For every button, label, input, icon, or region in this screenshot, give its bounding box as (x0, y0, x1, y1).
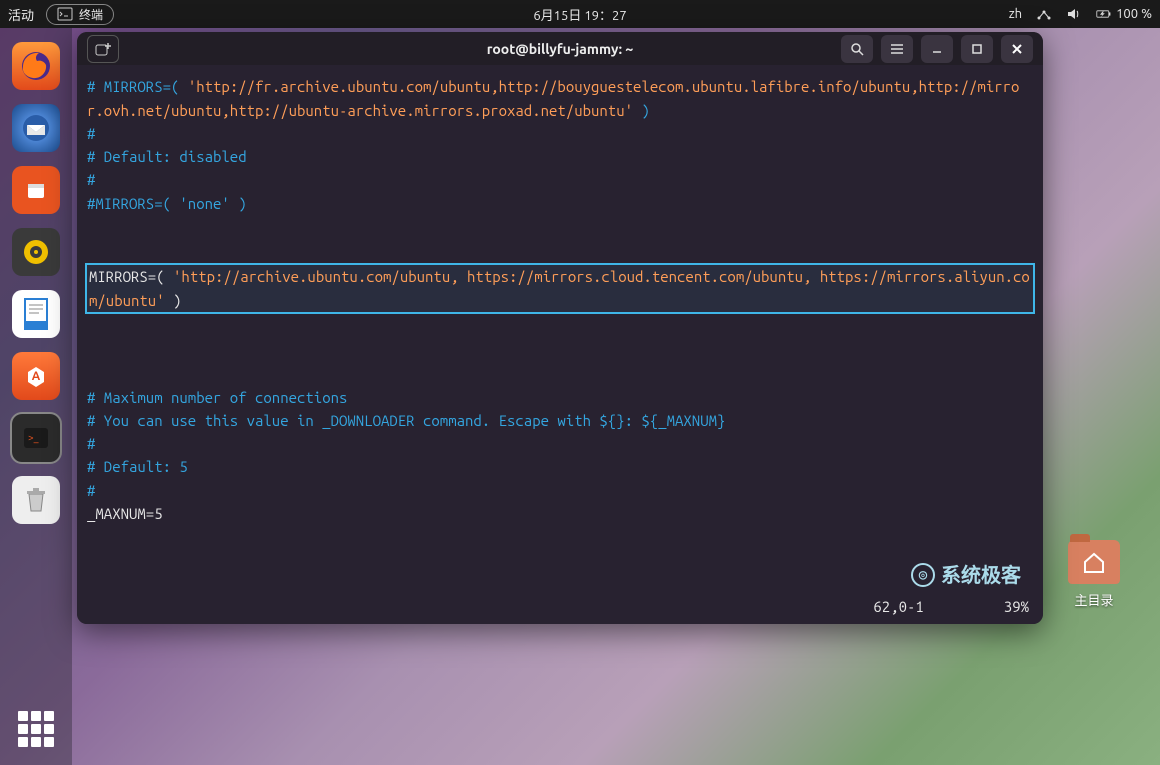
minimize-button[interactable] (921, 35, 953, 63)
watermark-icon: ◎ (911, 563, 935, 587)
files-icon (22, 176, 50, 204)
terminal-titlebar: root@billyfu-jammy: ~ (77, 32, 1043, 65)
hamburger-icon (890, 43, 904, 55)
maximize-icon (971, 43, 983, 55)
search-button[interactable] (841, 35, 873, 63)
show-applications[interactable] (18, 711, 54, 747)
speaker-icon (21, 237, 51, 267)
terminal-window: root@billyfu-jammy: ~ # MIRRORS=( 'http:… (77, 32, 1043, 624)
cursor-position: 62,0-1 (873, 595, 923, 618)
term-line: # (87, 435, 95, 452)
clock[interactable]: 6月15日 19：27 (0, 5, 1160, 24)
term-line: _MAXNUM=5 (87, 505, 163, 522)
terminal-content[interactable]: # MIRRORS=( 'http://fr.archive.ubuntu.co… (77, 65, 1043, 624)
term-line: # Maximum number of connections (87, 389, 347, 406)
svg-text:A: A (32, 370, 41, 383)
new-tab-icon (95, 42, 111, 56)
dock-trash[interactable] (12, 476, 60, 524)
term-line: # You can use this value in _DOWNLOADER … (87, 412, 725, 429)
desktop-home-label: 主目录 (1074, 590, 1113, 609)
maximize-button[interactable] (961, 35, 993, 63)
close-icon (1011, 43, 1023, 55)
input-method[interactable]: zh (1009, 7, 1022, 21)
term-line: # (87, 125, 95, 142)
network-icon[interactable] (1036, 6, 1052, 22)
dock-software[interactable]: A (12, 352, 60, 400)
term-line: # (87, 482, 95, 499)
scroll-percent: 39% (1004, 595, 1029, 618)
dock-writer[interactable] (12, 290, 60, 338)
gnome-topbar: 活动 终端 6月15日 19：27 zh 100 % (0, 0, 1160, 28)
term-line: # (87, 171, 95, 188)
search-icon (850, 42, 864, 56)
dock-files[interactable] (12, 166, 60, 214)
vim-statusline: 62,0-1 39% (91, 595, 1029, 618)
dock-firefox[interactable] (12, 42, 60, 90)
mirrors-assignment-highlight: MIRRORS=( 'http://archive.ubuntu.com/ubu… (85, 263, 1035, 314)
software-icon: A (22, 362, 50, 390)
term-line: # Default: disabled (87, 148, 247, 165)
menu-button[interactable] (881, 35, 913, 63)
terminal-dock-icon: >_ (22, 426, 50, 450)
dock-thunderbird[interactable] (12, 104, 60, 152)
writer-icon (21, 297, 51, 331)
dock-terminal[interactable]: >_ (12, 414, 60, 462)
dock: A >_ (0, 28, 72, 765)
battery-indicator[interactable]: 100 % (1096, 6, 1152, 22)
firefox-icon (19, 49, 53, 83)
watermark: ◎ 系统极客 (911, 559, 1021, 590)
home-folder-icon (1068, 540, 1120, 584)
new-tab-button[interactable] (87, 35, 119, 63)
thunderbird-icon (21, 113, 51, 143)
battery-icon (1096, 6, 1112, 22)
dock-rhythmbox[interactable] (12, 228, 60, 276)
activities-button[interactable]: 活动 (8, 5, 34, 24)
app-indicator[interactable]: 终端 (46, 4, 114, 25)
minimize-icon (931, 43, 943, 55)
terminal-icon (57, 6, 73, 22)
term-line: #MIRRORS=( 'none' ) (87, 195, 247, 212)
term-line: # Default: 5 (87, 458, 188, 475)
volume-icon[interactable] (1066, 6, 1082, 22)
app-indicator-label: 终端 (79, 6, 103, 23)
trash-icon (23, 486, 49, 514)
svg-text:>_: >_ (28, 432, 39, 443)
close-button[interactable] (1001, 35, 1033, 63)
desktop-home-folder[interactable]: 主目录 (1068, 540, 1120, 609)
term-line: # MIRRORS=( 'http://fr.archive.ubuntu.co… (87, 78, 1019, 118)
